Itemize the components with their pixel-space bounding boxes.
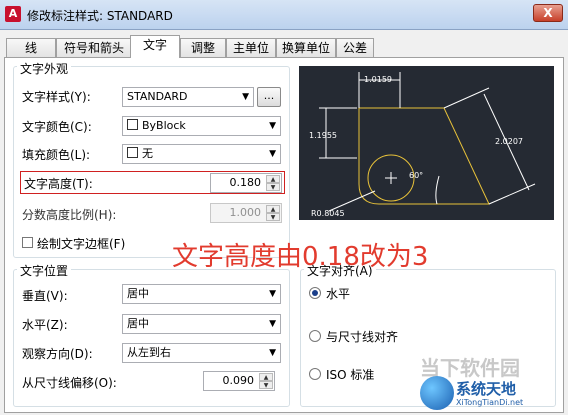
spin-down-icon[interactable]: ▼ [266,183,280,191]
horizontal-dropdown[interactable]: 居中 ▼ [122,314,281,334]
text-color-dropdown[interactable]: ByBlock ▼ [122,116,281,136]
angle-label: 60° [409,171,423,180]
draw-frame-checkbox[interactable] [22,237,33,248]
spin-up-icon: ▲ [266,205,280,213]
text-style-label: 文字样式(Y): [22,90,91,104]
align-horizontal-radio[interactable] [309,287,321,299]
autocad-app-icon: A [5,6,21,22]
tab-text[interactable]: 文字 [130,35,180,58]
dim-left-label: 1.1955 [309,131,337,140]
align-horizontal-label: 水平 [326,287,351,301]
fraction-height-label: 分数高度比例(H): [22,208,117,222]
chevron-down-icon: ▼ [269,149,276,159]
tab-tolerances[interactable]: 公差 [336,38,374,57]
dimension-preview: 1.0159 1.1955 2.0207 60° R0.8045 [299,66,554,220]
fraction-height-spinner: 1.000 ▲ ▼ [210,203,282,223]
tab-symbols-arrows[interactable]: 符号和箭头 [56,38,132,57]
vertical-dropdown[interactable]: 居中 ▼ [122,284,281,304]
chevron-down-icon: ▼ [269,121,276,131]
tab-alternate-units[interactable]: 换算单位 [276,38,336,57]
globe-icon [420,376,454,410]
text-height-spinner[interactable]: 0.180 ▲ ▼ [210,173,282,193]
preview-drawing: 1.0159 1.1955 2.0207 60° R0.8045 [309,72,536,218]
text-placement-title: 文字位置 [17,262,72,279]
tab-lines[interactable]: 线 [6,38,56,57]
tab-primary-units[interactable]: 主单位 [226,38,276,57]
align-iso-label: ISO 标准 [326,368,375,382]
fill-color-label: 填充颜色(L): [22,148,91,162]
align-dimension-line-label: 与尺寸线对齐 [326,330,399,344]
spin-down-icon: ▼ [266,213,280,221]
chevron-down-icon: ▼ [269,319,276,329]
chevron-down-icon: ▼ [269,348,276,358]
annotation-text: 文字高度由0.18改为3 [172,242,429,272]
offset-spinner[interactable]: 0.090 ▲ ▼ [203,371,275,391]
radius-label: R0.8045 [311,209,345,218]
draw-frame-label: 绘制文字边框(F) [37,237,126,251]
view-direction-label: 观察方向(D): [22,347,93,361]
align-iso-radio[interactable] [309,368,321,380]
spin-down-icon[interactable]: ▼ [259,381,273,389]
horizontal-label: 水平(Z): [22,318,68,332]
text-style-browse-button[interactable]: ... [257,87,281,107]
color-swatch-icon [127,147,138,158]
color-swatch-icon [127,119,138,130]
dim-top-label: 1.0159 [364,75,392,84]
spin-up-icon[interactable]: ▲ [259,373,273,381]
vertical-label: 垂直(V): [22,289,68,303]
text-height-label: 文字高度(T): [24,177,93,191]
view-direction-dropdown[interactable]: 从左到右 ▼ [122,343,281,363]
tab-fit[interactable]: 调整 [180,38,226,57]
watermark-brand-2: 系统天地 [456,380,517,398]
text-appearance-title: 文字外观 [17,60,72,77]
offset-label: 从尺寸线偏移(O): [22,376,117,390]
spin-up-icon[interactable]: ▲ [266,175,280,183]
text-style-dropdown[interactable]: STANDARD ▼ [122,87,254,107]
align-dimension-line-radio[interactable] [309,330,321,342]
text-color-label: 文字颜色(C): [22,120,92,134]
watermark-site: XiTongTianDi.net [456,398,524,407]
preview-shape [358,107,490,205]
close-button[interactable]: X [533,4,563,22]
chevron-down-icon: ▼ [269,289,276,299]
window-title: 修改标注样式: STANDARD [27,9,173,23]
chevron-down-icon: ▼ [242,92,249,102]
dim-right-label: 2.0207 [495,137,523,146]
fill-color-dropdown[interactable]: 无 ▼ [122,144,281,164]
title-bar: A 修改标注样式: STANDARD X [0,0,568,30]
